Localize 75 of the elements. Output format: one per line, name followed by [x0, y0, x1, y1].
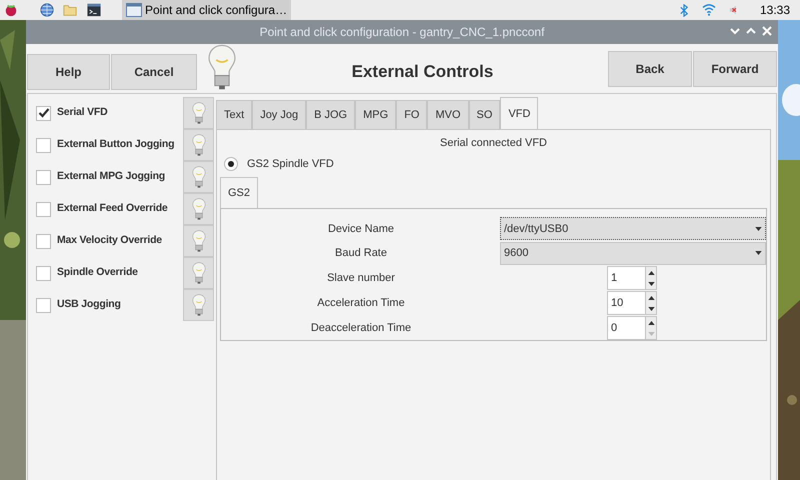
checkbox[interactable]: [36, 202, 51, 216]
help-button[interactable]: [183, 97, 214, 129]
checkbox[interactable]: [36, 138, 51, 152]
radio-label: GS2 Spindle VFD: [247, 156, 334, 172]
spin-field[interactable]: 1: [607, 266, 657, 290]
help-button[interactable]: [183, 257, 214, 289]
tab[interactable]: MVO: [427, 100, 469, 130]
field-label: Slave number: [326, 270, 396, 286]
help-button[interactable]: [183, 225, 214, 257]
terminal-icon[interactable]: [86, 3, 102, 17]
field-label: Baud Rate: [334, 246, 388, 261]
option-label: External Feed Override: [57, 201, 169, 216]
decrement-arrow-icon[interactable]: [648, 282, 654, 286]
light-bulb-icon: [192, 262, 206, 284]
tab[interactable]: B JOG: [306, 100, 356, 130]
window-icon: [126, 3, 142, 17]
increment-arrow-icon[interactable]: [648, 296, 654, 300]
checkbox[interactable]: [36, 106, 51, 120]
globe-icon[interactable]: [40, 3, 54, 17]
help-button[interactable]: [183, 129, 214, 161]
close-icon[interactable]: [762, 24, 772, 38]
checkbox[interactable]: [36, 170, 51, 184]
checkmark-icon: [38, 107, 50, 119]
decrement-arrow-icon[interactable]: [648, 306, 654, 310]
tab[interactable]: FO: [396, 100, 428, 130]
folder-icon[interactable]: [62, 3, 78, 17]
spin-field[interactable]: 10: [607, 291, 657, 315]
taskbar-window-button[interactable]: Point and click configura…: [122, 0, 292, 20]
tab[interactable]: SO: [468, 100, 500, 130]
dialog-button[interactable]: Forward: [693, 50, 777, 86]
option-label: Max Velocity Override: [57, 233, 163, 248]
light-bulb-icon: [207, 44, 237, 90]
window-title: Point and click configuration - gantry_CNC_1.pncconf: [260, 24, 544, 41]
light-bulb-icon: [192, 198, 206, 220]
checkbox[interactable]: [36, 298, 51, 312]
dialog-button[interactable]: Cancel: [111, 54, 197, 90]
dropdown[interactable]: /dev/ttyUSB0: [500, 217, 766, 240]
field-label: Acceleration Time: [316, 296, 406, 311]
help-button[interactable]: [183, 193, 214, 225]
option-label: Spindle Override: [57, 265, 139, 280]
tab[interactable]: Text: [216, 100, 252, 130]
dropdown-arrow-icon: [755, 226, 762, 231]
bluetooth-icon[interactable]: [680, 4, 688, 16]
option-label: External MPG Jogging: [57, 169, 166, 184]
light-bulb-icon: [192, 166, 206, 188]
raspberry-icon[interactable]: [4, 3, 18, 17]
help-button[interactable]: [183, 161, 214, 193]
page-title: External Controls: [350, 60, 494, 83]
light-bulb-icon: [192, 294, 206, 316]
radio-button[interactable]: [224, 156, 238, 171]
clock: 13:33: [760, 2, 790, 19]
light-bulb-icon: [192, 134, 206, 156]
spin-field[interactable]: 0: [607, 316, 657, 340]
dropdown[interactable]: 9600: [500, 242, 766, 265]
light-bulb-icon: [192, 102, 206, 124]
help-button[interactable]: [183, 289, 214, 321]
tab[interactable]: Joy Jog: [252, 100, 306, 130]
wifi-icon[interactable]: [702, 4, 716, 16]
section-heading: Serial connected VFD: [439, 136, 548, 151]
option-label: External Button Jogging: [57, 137, 176, 152]
tab[interactable]: VFD: [500, 97, 538, 130]
option-label: Serial VFD: [57, 105, 109, 120]
increment-arrow-icon[interactable]: [648, 320, 654, 324]
checkbox[interactable]: [36, 234, 51, 248]
light-bulb-icon: [192, 230, 206, 252]
checkbox[interactable]: [36, 266, 51, 280]
field-label: Deacceleration Time: [310, 320, 412, 336]
dialog-button[interactable]: Help: [27, 54, 110, 90]
tab[interactable]: MPG: [355, 100, 396, 130]
increment-arrow-icon[interactable]: [648, 270, 654, 274]
dropdown-arrow-icon: [755, 251, 762, 256]
field-label: Device Name: [326, 222, 396, 236]
dialog-button[interactable]: Back: [608, 50, 692, 86]
tab[interactable]: GS2: [220, 177, 258, 209]
option-label: USB Jogging: [57, 297, 122, 312]
